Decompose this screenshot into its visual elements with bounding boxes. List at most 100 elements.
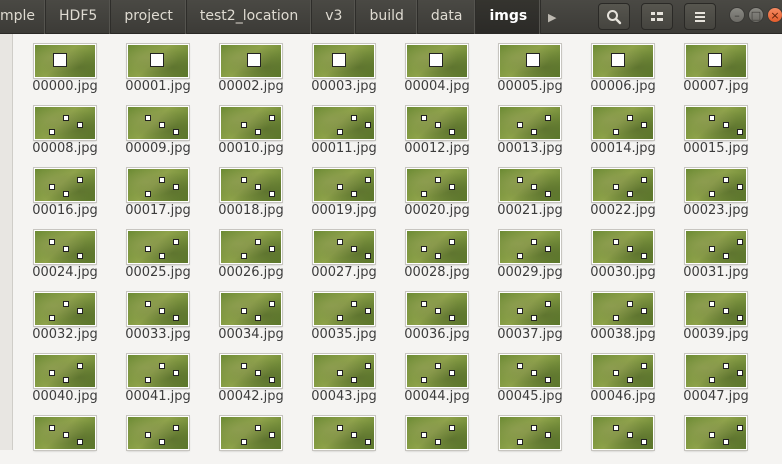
image-thumbnail [685, 106, 747, 140]
file-item[interactable]: 00012.jpg [395, 96, 475, 156]
file-item[interactable]: 00035.jpg [302, 282, 382, 342]
image-thumbnail [313, 416, 375, 450]
file-item[interactable]: 00032.jpg [23, 282, 103, 342]
file-item[interactable]: 00006.jpg [581, 34, 661, 94]
file-item[interactable] [23, 406, 103, 464]
file-item[interactable]: 00023.jpg [674, 158, 754, 218]
breadcrumb-next-arrow[interactable]: ▶ [541, 0, 563, 34]
file-item[interactable]: 00004.jpg [395, 34, 475, 94]
file-item[interactable]: 00030.jpg [581, 220, 661, 280]
file-item[interactable]: 00038.jpg [581, 282, 661, 342]
file-name: 00026.jpg [218, 265, 284, 280]
file-item[interactable] [116, 406, 196, 464]
file-item[interactable]: 00009.jpg [116, 96, 196, 156]
file-item[interactable]: 00016.jpg [23, 158, 103, 218]
file-item[interactable]: 00010.jpg [209, 96, 289, 156]
file-item[interactable]: 00024.jpg [23, 220, 103, 280]
image-thumbnail [220, 230, 282, 264]
file-item[interactable]: 00011.jpg [302, 96, 382, 156]
file-item[interactable]: 00026.jpg [209, 220, 289, 280]
file-item[interactable]: 00002.jpg [209, 34, 289, 94]
file-item[interactable]: 00021.jpg [488, 158, 568, 218]
image-thumbnail [127, 168, 189, 202]
search-icon [607, 9, 622, 24]
file-name: 00037.jpg [497, 327, 563, 342]
file-name: 00011.jpg [311, 141, 377, 156]
file-item[interactable]: 00027.jpg [302, 220, 382, 280]
breadcrumb-item[interactable]: project [111, 0, 187, 34]
breadcrumb-item-current[interactable]: imgs [476, 0, 542, 34]
file-item[interactable]: 00047.jpg [674, 344, 754, 404]
file-item[interactable]: 00008.jpg [23, 96, 103, 156]
file-item[interactable]: 00041.jpg [116, 344, 196, 404]
view-toggle-button[interactable] [641, 3, 673, 30]
file-item[interactable]: 00015.jpg [674, 96, 754, 156]
file-item[interactable]: 00031.jpg [674, 220, 754, 280]
image-thumbnail [685, 168, 747, 202]
file-item[interactable] [209, 406, 289, 464]
file-name: 00015.jpg [683, 141, 749, 156]
image-thumbnail [313, 44, 375, 78]
file-name: 00028.jpg [404, 265, 470, 280]
file-item[interactable]: 00043.jpg [302, 344, 382, 404]
file-name: 00019.jpg [311, 203, 377, 218]
file-name: 00023.jpg [683, 203, 749, 218]
image-thumbnail [220, 292, 282, 326]
file-item[interactable]: 00037.jpg [488, 282, 568, 342]
breadcrumb-item[interactable]: test2_location [187, 0, 313, 34]
file-item[interactable]: 00029.jpg [488, 220, 568, 280]
file-item[interactable] [302, 406, 382, 464]
file-item[interactable]: 00036.jpg [395, 282, 475, 342]
breadcrumb-item[interactable]: v3 [312, 0, 357, 34]
file-name: 00039.jpg [683, 327, 749, 342]
minimize-button[interactable]: – [729, 7, 745, 23]
file-name: 00044.jpg [404, 389, 470, 404]
image-thumbnail [34, 106, 96, 140]
file-item[interactable]: 00040.jpg [23, 344, 103, 404]
file-name: 00038.jpg [590, 327, 656, 342]
file-item[interactable] [674, 406, 754, 464]
file-item[interactable]: 00039.jpg [674, 282, 754, 342]
file-item[interactable]: 00028.jpg [395, 220, 475, 280]
file-item[interactable]: 00020.jpg [395, 158, 475, 218]
image-thumbnail [592, 168, 654, 202]
file-item[interactable]: 00001.jpg [116, 34, 196, 94]
file-item[interactable]: 00019.jpg [302, 158, 382, 218]
file-item[interactable]: 00034.jpg [209, 282, 289, 342]
file-item[interactable]: 00022.jpg [581, 158, 661, 218]
image-thumbnail [220, 168, 282, 202]
file-name: 00035.jpg [311, 327, 377, 342]
chevron-right-icon: ▶ [547, 10, 557, 24]
file-item[interactable]: 00014.jpg [581, 96, 661, 156]
search-button[interactable] [598, 3, 630, 30]
file-item[interactable]: 00017.jpg [116, 158, 196, 218]
image-thumbnail [685, 230, 747, 264]
image-thumbnail [127, 292, 189, 326]
file-item[interactable]: 00000.jpg [23, 34, 103, 94]
file-item[interactable] [395, 406, 475, 464]
file-item[interactable]: 00003.jpg [302, 34, 382, 94]
breadcrumb-item[interactable]: data [418, 0, 477, 34]
file-name: 00005.jpg [497, 79, 563, 94]
file-item[interactable]: 00005.jpg [488, 34, 568, 94]
file-item[interactable]: 00013.jpg [488, 96, 568, 156]
file-name: 00003.jpg [311, 79, 377, 94]
maximize-button[interactable]: □ [748, 7, 764, 23]
file-name: 00034.jpg [218, 327, 284, 342]
file-item[interactable]: 00018.jpg [209, 158, 289, 218]
file-item[interactable]: 00007.jpg [674, 34, 754, 94]
file-item[interactable]: 00046.jpg [581, 344, 661, 404]
close-button[interactable]: × [767, 7, 782, 23]
file-item[interactable]: 00045.jpg [488, 344, 568, 404]
breadcrumb-item[interactable]: build [356, 0, 418, 34]
file-item[interactable]: 00033.jpg [116, 282, 196, 342]
file-item[interactable]: 00025.jpg [116, 220, 196, 280]
file-item[interactable] [581, 406, 661, 464]
breadcrumb-item[interactable]: mple [0, 0, 47, 34]
breadcrumb-item[interactable]: HDF5 [46, 0, 112, 34]
image-thumbnail [592, 354, 654, 388]
file-item[interactable]: 00042.jpg [209, 344, 289, 404]
menu-button[interactable] [684, 3, 716, 30]
file-item[interactable] [488, 406, 568, 464]
file-item[interactable]: 00044.jpg [395, 344, 475, 404]
